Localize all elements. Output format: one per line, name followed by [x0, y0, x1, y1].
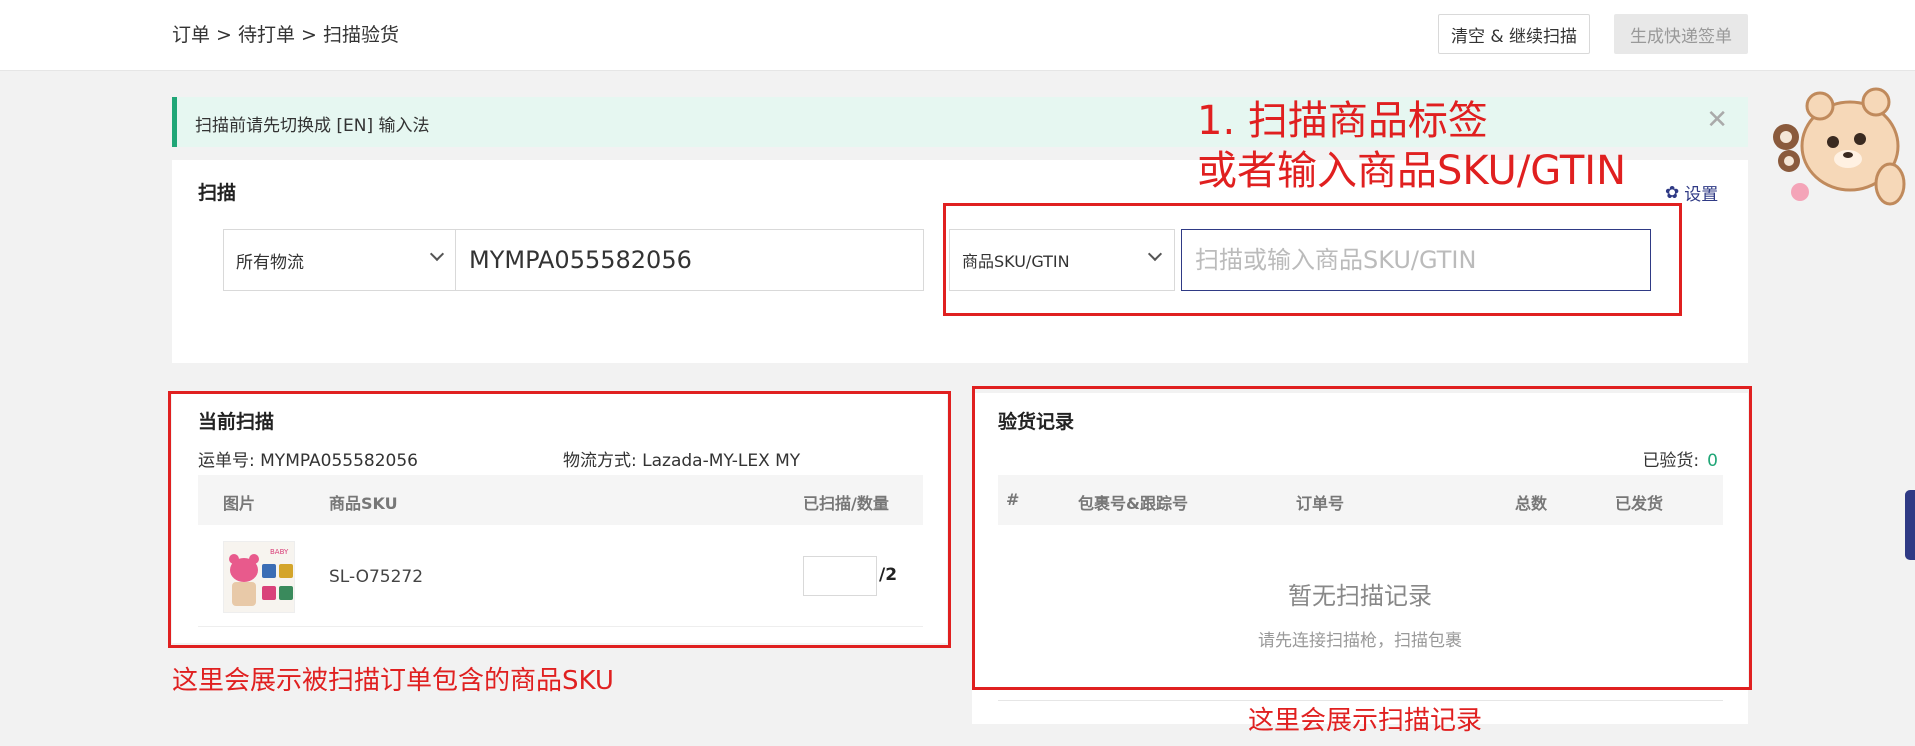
top-bar: 订单 > 待打单 > 扫描验货 清空 & 继续扫描 生成快递签单: [0, 0, 1915, 71]
logistics-select-value: 所有物流: [236, 252, 304, 273]
ime-notice: 扫描前请先切换成 [EN] 输入法 ✕: [172, 97, 1748, 147]
annotation-box-sku-input: [943, 203, 1682, 316]
notice-text: 扫描前请先切换成 [EN] 输入法: [195, 116, 430, 136]
order-number-input[interactable]: MYMPA055582056: [455, 229, 924, 291]
generate-label-button[interactable]: 生成快递签单: [1614, 14, 1748, 54]
bear-mascot-icon[interactable]: [1760, 84, 1910, 209]
clear-and-continue-button[interactable]: 清空 & 继续扫描: [1438, 14, 1590, 54]
logistics-select[interactable]: 所有物流: [223, 229, 457, 291]
annotation-scan-tip-line2: 或者输入商品SKU/GTIN: [1197, 148, 1627, 194]
scan-title: 扫描: [198, 182, 237, 204]
side-drawer-handle[interactable]: [1905, 490, 1915, 560]
chevron-down-icon: [429, 246, 445, 262]
breadcrumb[interactable]: 订单 > 待打单 > 扫描验货: [172, 20, 399, 47]
annotation-box-current-scan: [168, 391, 951, 648]
annotation-records-tip: 这里会展示扫描记录: [1248, 706, 1483, 736]
annotation-current-tip: 这里会展示被扫描订单包含的商品SKU: [172, 666, 614, 696]
settings-label: 设置: [1684, 185, 1719, 205]
gear-icon: ✿: [1665, 182, 1680, 203]
annotation-scan-tip-line1: 1. 扫描商品标签: [1197, 98, 1488, 144]
annotation-box-records: [972, 386, 1752, 690]
close-icon[interactable]: ✕: [1706, 105, 1728, 135]
settings-link[interactable]: ✿ 设置: [1665, 180, 1719, 206]
